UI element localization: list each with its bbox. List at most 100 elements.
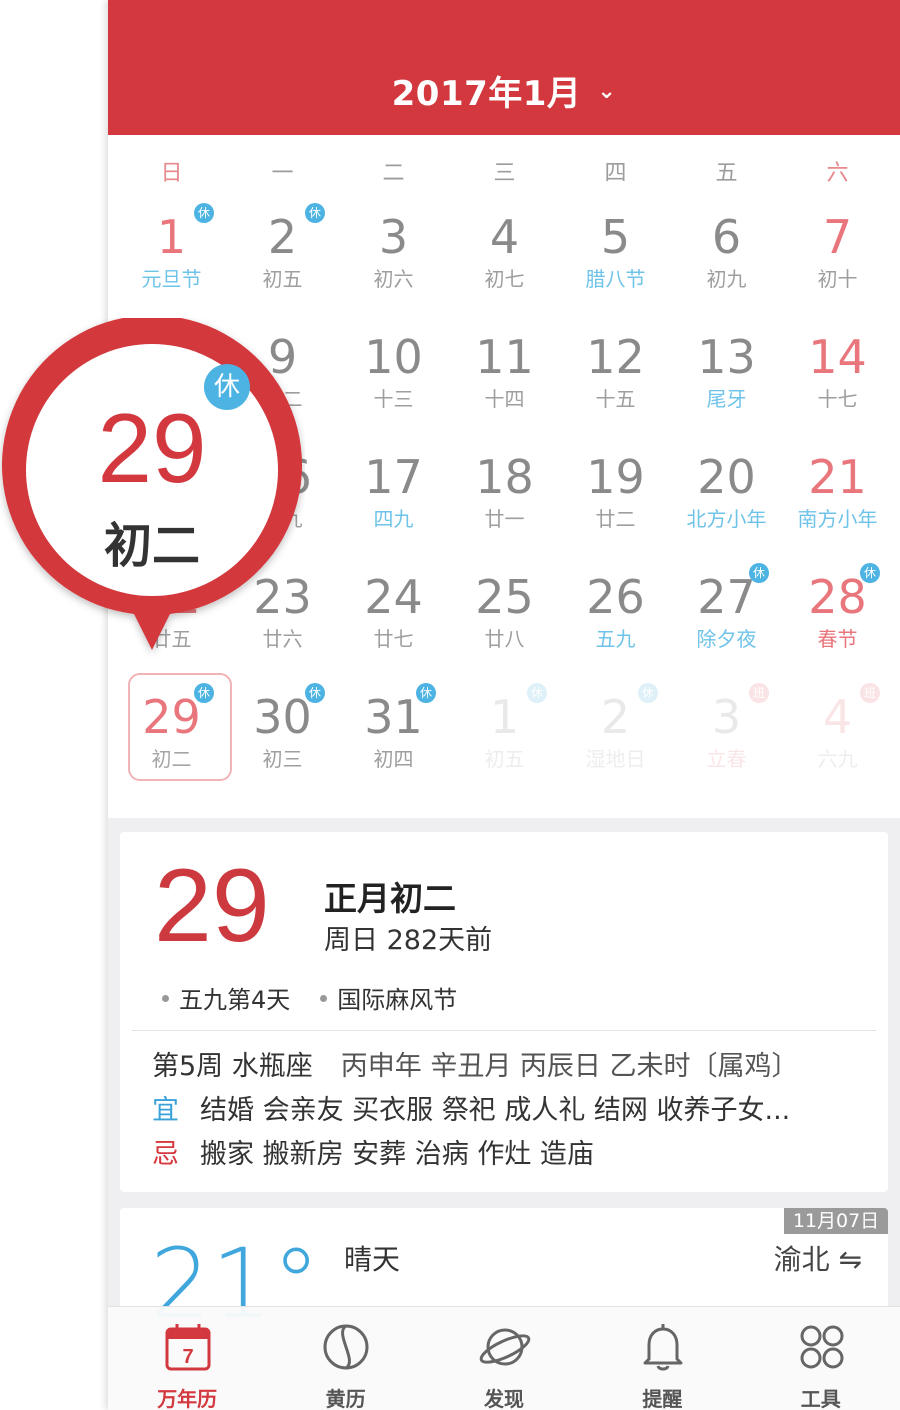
calendar-day[interactable]: 24 廿七 [338, 569, 449, 689]
calendar-day[interactable]: 27 除夕夜休 [671, 563, 782, 689]
lunar-label: 初七 [484, 267, 525, 291]
holiday-badge: 休 [305, 203, 325, 223]
calendar-day[interactable]: 11 十四 [449, 329, 560, 449]
calendar-day[interactable]: 17 四九 [338, 449, 449, 569]
lunar-label: 十七 [817, 387, 858, 411]
day-number: 12 [586, 330, 645, 384]
day-tag: 国际麻风节 [320, 980, 457, 1015]
lunar-label: 腊八节 [585, 267, 646, 291]
selected-day-number: 29 [154, 848, 270, 964]
lunar-label: 五九 [595, 627, 636, 651]
date-magnifier-callout: 29 初二 休 [0, 318, 305, 658]
tab-label: 黄历 [325, 1387, 366, 1410]
tab-label: 工具 [800, 1387, 841, 1410]
tab-label: 提醒 [642, 1387, 683, 1410]
lunar-label: 尾牙 [706, 387, 747, 411]
holiday-badge: 休 [305, 683, 325, 703]
tab-discover[interactable]: 发现 [425, 1307, 583, 1410]
tab-label: 万年历 [157, 1387, 218, 1410]
calendar-day[interactable]: 21 南方小年 [782, 449, 893, 569]
weekday-label: 一 [271, 161, 294, 186]
lunar-label: 除夕夜 [696, 627, 757, 651]
weekday-label: 日 [160, 161, 183, 186]
weekday-label: 三 [493, 161, 516, 186]
lunar-label: 六九 [817, 747, 858, 771]
weekday-header: 日 一 二 三 四 五 六 [108, 155, 900, 186]
calendar-day[interactable]: 1 元旦节休 [116, 203, 227, 329]
calendar-day[interactable]: 20 北方小年 [671, 449, 782, 569]
holiday-badge: 休 [194, 203, 214, 223]
day-number: 3 [378, 210, 409, 264]
calendar-day[interactable]: 28 春节休 [782, 563, 893, 689]
day-number: 24 [364, 570, 423, 624]
magnifier-lunar: 初二 [103, 518, 200, 574]
planet-icon [479, 1328, 531, 1366]
day-number: 19 [586, 450, 645, 504]
magnifier-day-number: 29 [97, 393, 207, 503]
tab-almanac[interactable]: 黄历 [266, 1307, 424, 1410]
holiday-badge: 休 [527, 683, 547, 703]
calendar-day[interactable]: 2 湿地日休 [560, 683, 671, 809]
calendar-day[interactable]: 4 初七 [449, 209, 560, 329]
suitable-row: 宜结婚 会亲友 买衣服 祭祀 成人礼 结网 收养子女... [152, 1088, 790, 1127]
ganzhi-line: 第5周 水瓶座 丙申年 辛丑月 丙辰日 乙未时〔属鸡〕 [152, 1044, 799, 1083]
lunar-label: 初五 [484, 747, 525, 771]
lunar-label: 初五 [262, 267, 303, 291]
day-number: 5 [600, 210, 631, 264]
calendar-day[interactable]: 31 初四休 [338, 683, 449, 809]
tab-reminder[interactable]: 提醒 [583, 1307, 741, 1410]
calendar-day[interactable]: 4 六九班 [782, 683, 893, 809]
day-number: 4 [489, 210, 520, 264]
calendar-day[interactable]: 3 初六 [338, 209, 449, 329]
weekday-label: 六 [826, 161, 849, 186]
calendar-day[interactable]: 19 廿二 [560, 449, 671, 569]
day-number: 26 [586, 570, 645, 624]
calendar-icon: 7 [165, 1324, 211, 1371]
chevron-down-icon[interactable]: ⌄ [597, 79, 616, 104]
month-selector[interactable]: 2017年1月 ⌄ [108, 66, 900, 115]
day-number: 6 [711, 210, 742, 264]
calendar-day[interactable]: 7 初十 [782, 209, 893, 329]
lunar-label: 廿二 [595, 507, 636, 531]
calendar-day[interactable]: 10 十三 [338, 329, 449, 449]
day-number: 21 [808, 450, 867, 504]
calendar-day[interactable]: 25 廿八 [449, 569, 560, 689]
avoid-row: 忌搬家 搬新房 安葬 治病 作灶 造庙 [152, 1132, 594, 1171]
day-number: 20 [697, 450, 756, 504]
calendar-day[interactable]: 5 腊八节 [560, 209, 671, 329]
calendar-day[interactable]: 29 初二休 [116, 673, 232, 809]
weather-date-badge: 11月07日 [784, 1208, 888, 1234]
calendar-day[interactable]: 2 初五休 [227, 203, 338, 329]
calendar-day[interactable]: 13 尾牙 [671, 329, 782, 449]
header-bar: 2017年1月 ⌄ [108, 0, 900, 135]
calendar-day[interactable]: 26 五九 [560, 569, 671, 689]
calendar-day[interactable]: 14 十七 [782, 329, 893, 449]
calendar-day[interactable]: 12 十五 [560, 329, 671, 449]
lunar-label: 元旦节 [141, 267, 202, 291]
lunar-label: 初十 [817, 267, 858, 291]
yinyang-icon [323, 1324, 369, 1370]
day-detail-card[interactable]: 29 正月初二 周日 282天前 五九第4天 国际麻风节 第5周 水瓶座 丙申年 … [120, 832, 888, 1192]
weather-card[interactable]: 21° 晴天 渝北 ⇋ 11月07日 [120, 1208, 888, 1318]
calendar-day[interactable]: 1 初五休 [449, 683, 560, 809]
calendar-day[interactable]: 6 初九 [671, 209, 782, 329]
day-number: 10 [364, 330, 423, 384]
holiday-badge: 休 [194, 683, 214, 703]
calendar-day[interactable]: 30 初三休 [227, 683, 338, 809]
weekday-days-ago: 周日 282天前 [324, 925, 493, 956]
day-number: 14 [808, 330, 867, 384]
tab-tools[interactable]: 工具 [742, 1307, 900, 1410]
month-title[interactable]: 2017年1月 [392, 74, 582, 114]
tab-calendar[interactable]: 7 万年历 [108, 1307, 266, 1410]
day-tags: 五九第4天 国际麻风节 [162, 980, 457, 1015]
holiday-badge: 休 [638, 683, 658, 703]
lunar-label: 十五 [595, 387, 636, 411]
calendar-day[interactable]: 3 立春班 [671, 683, 782, 809]
lunar-label: 廿八 [484, 627, 525, 651]
calendar-day[interactable]: 18 廿一 [449, 449, 560, 569]
avoid-items: 搬家 搬新房 安葬 治病 作灶 造庙 [200, 1139, 594, 1170]
bottom-tab-bar: 7 万年历 黄历 发现 提醒 工具 [108, 1306, 900, 1410]
avoid-label: 忌 [152, 1139, 179, 1170]
holiday-badge: 休 [416, 683, 436, 703]
city-switch[interactable]: 渝北 ⇋ [774, 1238, 862, 1278]
